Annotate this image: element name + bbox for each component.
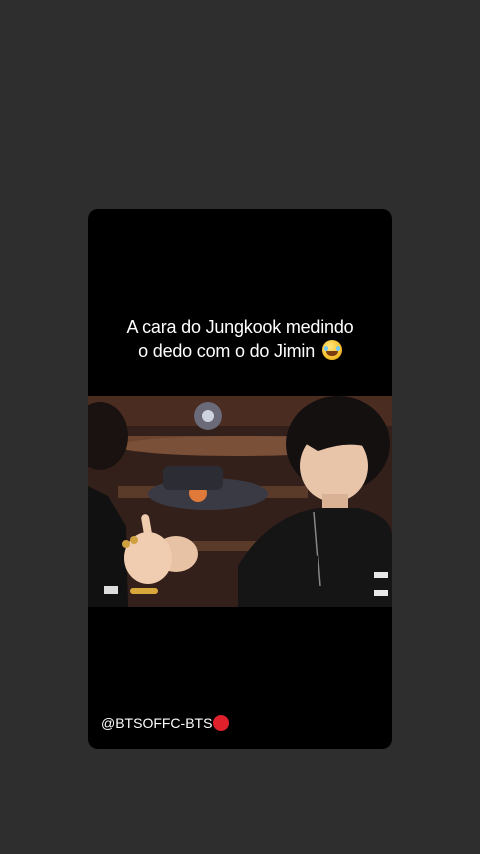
story-screen: A cara do Jungkook medindo o dedo com o … xyxy=(0,0,480,854)
watermark-text: @BTSOFFC-BTS xyxy=(101,715,213,731)
story-card[interactable]: A cara do Jungkook medindo o dedo com o … xyxy=(88,209,392,749)
caption-line-2-text: o dedo com o do Jimin xyxy=(138,341,316,361)
caption-line-2: o dedo com o do Jimin xyxy=(88,339,392,363)
story-caption: A cara do Jungkook medindo o dedo com o … xyxy=(88,315,392,363)
tears-of-joy-emoji-icon xyxy=(321,340,342,360)
caption-line-1: A cara do Jungkook medindo xyxy=(126,317,354,337)
story-photo xyxy=(88,396,392,607)
watermark: @BTSOFFC-BTS xyxy=(101,715,230,731)
photo-illustration xyxy=(88,396,392,607)
red-circle-icon xyxy=(213,715,230,731)
